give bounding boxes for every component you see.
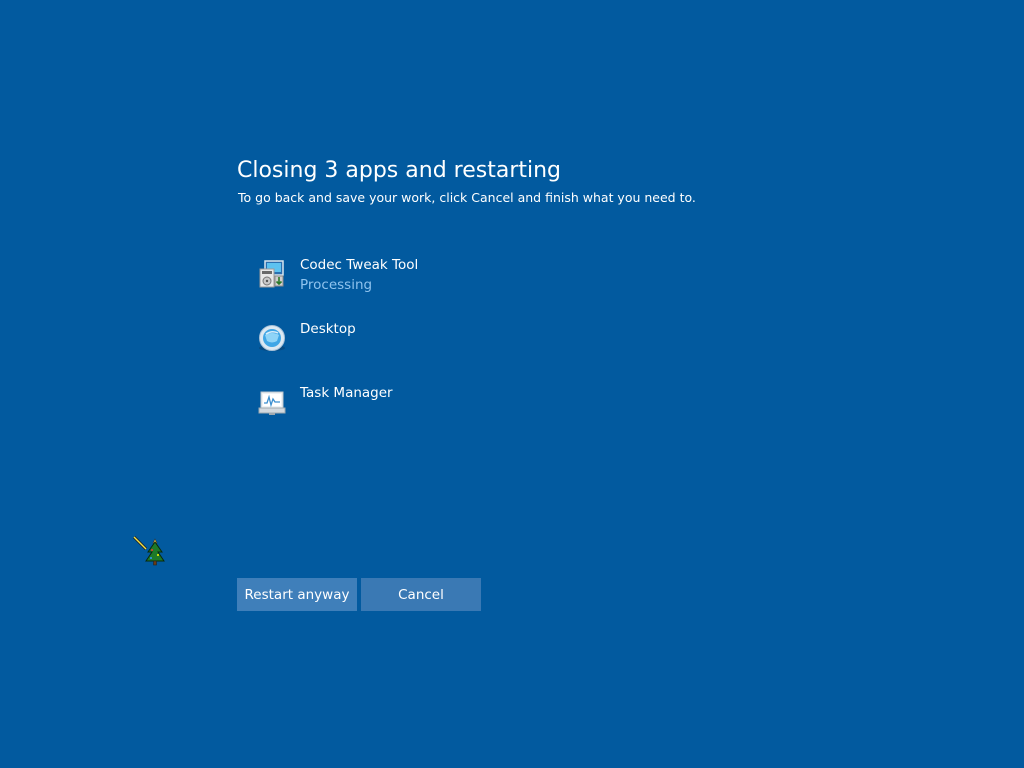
page-subtitle: To go back and save your work, click Can…: [238, 190, 696, 205]
task-manager-icon: [256, 386, 288, 418]
app-list: Codec Tweak Tool Processing Desktop Task…: [254, 256, 654, 448]
app-status: Processing: [300, 277, 373, 293]
restart-screen: Closing 3 apps and restarting To go back…: [0, 0, 1024, 768]
list-item-codec-tweak-tool: Codec Tweak Tool Processing: [254, 256, 654, 320]
cancel-button[interactable]: Cancel: [361, 578, 481, 611]
app-name: Desktop: [300, 321, 356, 337]
button-row: Restart anyway Cancel: [237, 578, 481, 611]
app-name: Codec Tweak Tool: [300, 257, 419, 273]
installer-icon: [256, 258, 288, 290]
desktop-globe-icon: [256, 322, 288, 354]
restart-anyway-button[interactable]: Restart anyway: [237, 578, 357, 611]
list-item-desktop: Desktop: [254, 320, 654, 384]
page-title: Closing 3 apps and restarting: [237, 158, 562, 183]
christmas-tree-busy-cursor-icon: [132, 534, 168, 570]
app-name: Task Manager: [300, 385, 393, 401]
list-item-task-manager: Task Manager: [254, 384, 654, 448]
